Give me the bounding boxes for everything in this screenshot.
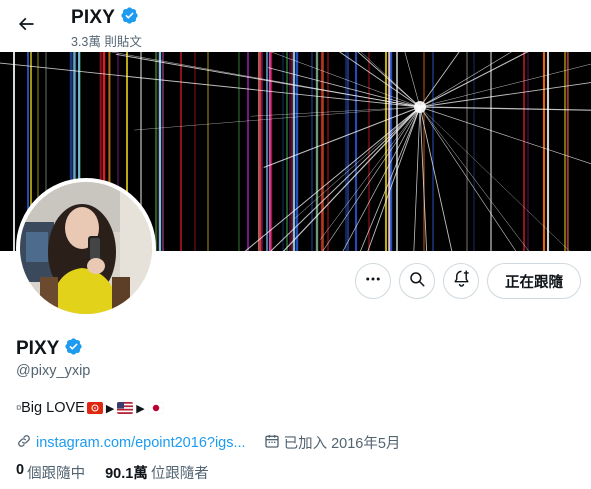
bio-text: ▫Big LOVE	[16, 400, 85, 416]
website-link-text[interactable]: instagram.com/epoint2016?igs...	[36, 435, 246, 451]
join-date: 已加入 2016年5月	[264, 432, 401, 453]
profile-header: PIXY 3.3萬 則貼文	[0, 0, 591, 52]
notifications-button[interactable]	[443, 263, 479, 299]
arrow-left-icon	[16, 14, 36, 39]
arrow-separator: ▶	[136, 402, 145, 415]
following-count: 0	[16, 462, 25, 478]
back-button[interactable]	[9, 9, 43, 43]
following-button[interactable]: 正在跟隨	[487, 263, 581, 299]
website-link[interactable]: instagram.com/epoint2016?igs...	[16, 433, 246, 453]
profile-meta: instagram.com/epoint2016?igs... 已加入 2016…	[16, 432, 400, 453]
hong-kong-flag-icon	[86, 402, 103, 414]
calendar-icon	[264, 433, 280, 453]
following-stat[interactable]: 0 個跟隨中	[16, 462, 85, 483]
display-name: PIXY	[16, 338, 60, 359]
avatar-image	[20, 182, 152, 314]
more-button[interactable]	[355, 263, 391, 299]
search-icon	[408, 270, 426, 293]
following-label: 個跟隨中	[27, 466, 86, 482]
bio: ▫Big LOVE ▶ ▶	[16, 400, 164, 416]
verified-badge-icon	[120, 6, 139, 30]
display-name-row: PIXY	[16, 337, 83, 361]
verified-badge-icon[interactable]	[64, 337, 83, 361]
followers-label: 位跟隨者	[150, 466, 209, 482]
followers-stat[interactable]: 90.1萬 位跟隨者	[105, 462, 209, 483]
header-title: PIXY	[71, 7, 116, 28]
user-handle: @pixy_yxip	[16, 363, 91, 379]
more-icon	[364, 270, 382, 293]
avatar[interactable]	[16, 178, 156, 318]
bell-plus-icon	[452, 269, 471, 293]
search-profile-button[interactable]	[399, 263, 435, 299]
join-date-text: 已加入 2016年5月	[283, 436, 401, 452]
link-icon	[16, 433, 32, 453]
japan-flag-icon	[147, 402, 164, 414]
post-count: 3.3萬 則貼文	[71, 35, 142, 49]
follow-stats: 0 個跟隨中 90.1萬 位跟隨者	[16, 462, 209, 483]
header-title-group: PIXY	[71, 6, 139, 30]
usa-flag-icon	[117, 402, 134, 414]
arrow-separator: ▶	[105, 402, 115, 415]
followers-count: 90.1萬	[105, 466, 148, 482]
